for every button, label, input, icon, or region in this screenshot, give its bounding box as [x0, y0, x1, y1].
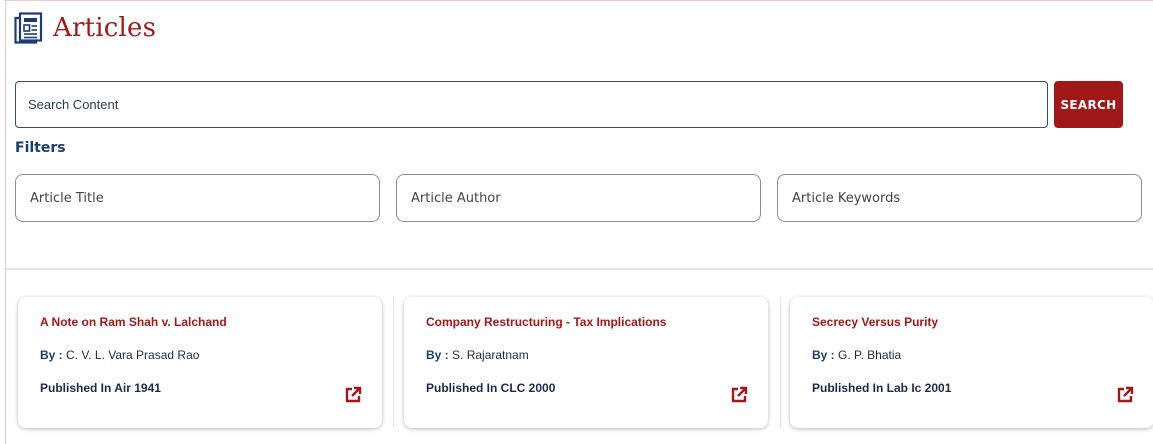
- article-author: By : G. P. Bhatia: [812, 348, 901, 362]
- external-link-icon[interactable]: [344, 386, 362, 404]
- author-name: G. P. Bhatia: [838, 348, 902, 362]
- page-title: Articles: [53, 13, 157, 43]
- newspaper-icon: [14, 12, 43, 44]
- article-published: Published In Lab Ic 2001: [812, 381, 952, 395]
- search-button[interactable]: SEARCH: [1054, 81, 1123, 128]
- external-link-icon[interactable]: [730, 386, 748, 404]
- section-divider: [6, 268, 1153, 270]
- by-label: By :: [426, 348, 449, 362]
- article-title-link[interactable]: Company Restructuring - Tax Implications: [426, 315, 666, 329]
- card-separator: [780, 297, 781, 428]
- card-separator: [393, 297, 394, 428]
- author-name: S. Rajaratnam: [452, 348, 529, 362]
- article-card: Secrecy Versus Purity By : G. P. Bhatia …: [790, 297, 1153, 428]
- article-published: Published In CLC 2000: [426, 381, 556, 395]
- search-input[interactable]: [15, 81, 1048, 128]
- external-link-icon[interactable]: [1116, 386, 1134, 404]
- by-label: By :: [812, 348, 835, 362]
- author-name: C. V. L. Vara Prasad Rao: [66, 348, 200, 362]
- filters-label: Filters: [15, 140, 66, 156]
- article-title-link[interactable]: A Note on Ram Shah v. Lalchand: [40, 315, 227, 329]
- article-card: A Note on Ram Shah v. Lalchand By : C. V…: [18, 297, 382, 428]
- article-author: By : C. V. L. Vara Prasad Rao: [40, 348, 199, 362]
- article-author: By : S. Rajaratnam: [426, 348, 529, 362]
- article-card: Company Restructuring - Tax Implications…: [404, 297, 768, 428]
- article-title-link[interactable]: Secrecy Versus Purity: [812, 315, 938, 329]
- by-label: By :: [40, 348, 63, 362]
- article-published: Published In Air 1941: [40, 381, 161, 395]
- article-author-filter[interactable]: [396, 174, 761, 222]
- article-keywords-filter[interactable]: [777, 174, 1142, 222]
- article-title-filter[interactable]: [15, 174, 380, 222]
- page-header: Articles: [13, 12, 156, 44]
